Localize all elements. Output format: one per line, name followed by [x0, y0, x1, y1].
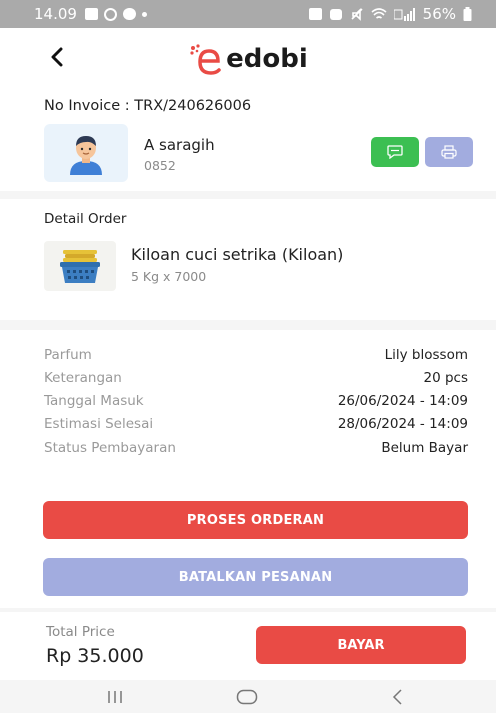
laundry-basket-icon — [60, 250, 100, 283]
total-price-label: Total Price — [46, 624, 115, 640]
detail-value: Belum Bayar — [381, 440, 468, 456]
details-section: Parfum Lily blossom Keterangan 20 pcs Ta… — [0, 330, 496, 608]
edobi-logo: edobi — [188, 43, 308, 75]
detail-value: 20 pcs — [423, 370, 469, 386]
alarm-icon — [329, 8, 342, 20]
order-item-qty: 5 Kg x 7000 — [131, 269, 207, 284]
order-section-title: Detail Order — [44, 211, 127, 227]
detail-row-keterangan: Keterangan 20 pcs — [44, 370, 468, 386]
home-icon — [236, 689, 258, 705]
order-section: Detail Order Kiloan cuci setrika (Kiloan… — [0, 199, 496, 320]
detail-label: Status Pembayaran — [44, 440, 176, 456]
detail-row-estimasi-selesai: Estimasi Selesai 28/06/2024 - 14:09 — [44, 416, 468, 432]
avatar-icon — [70, 136, 102, 175]
customer-name: A saragih — [144, 136, 215, 154]
status-system-icons: 56% — [308, 5, 472, 23]
back-arrow-icon — [51, 47, 63, 67]
battery-percent: 56% — [422, 5, 456, 23]
chat-icon — [387, 145, 403, 159]
nfc-icon — [308, 8, 322, 20]
gallery-notification-icon — [84, 8, 98, 20]
detail-value: 26/06/2024 - 14:09 — [337, 393, 468, 409]
recent-apps-icon — [108, 691, 122, 703]
chat-button[interactable] — [371, 137, 419, 167]
pay-button[interactable]: BAYAR — [256, 626, 466, 664]
order-item-image — [44, 241, 116, 291]
status-notification-icons — [84, 7, 147, 21]
cancel-order-button[interactable]: BATALKAN PESANAN — [43, 558, 468, 596]
back-nav-icon — [392, 689, 402, 705]
detail-value: 28/06/2024 - 14:09 — [337, 416, 468, 432]
detail-label: Parfum — [44, 347, 92, 363]
detail-row-status-pembayaran: Status Pembayaran Belum Bayar — [44, 440, 468, 456]
more-notifications-icon — [141, 11, 147, 17]
wifi-icon — [371, 7, 387, 19]
recent-apps-button[interactable] — [100, 686, 130, 708]
detail-value: Lily blossom — [384, 347, 468, 363]
process-order-button[interactable]: PROSES ORDERAN — [43, 501, 468, 539]
status-time: 14.09 — [34, 5, 77, 23]
print-button[interactable] — [425, 137, 473, 167]
customer-phone: 0852 — [144, 158, 176, 173]
detail-label: Estimasi Selesai — [44, 416, 154, 432]
detail-label: Keterangan — [44, 370, 122, 386]
printer-icon — [441, 145, 457, 159]
customer-avatar — [44, 124, 128, 182]
back-nav-button[interactable] — [382, 686, 412, 708]
order-item-name: Kiloan cuci setrika (Kiloan) — [131, 245, 344, 264]
invoice-number: No Invoice : TRX/240626006 — [44, 98, 252, 114]
battery-icon — [463, 7, 472, 21]
status-bar: 14.09 56% — [0, 0, 496, 28]
detail-row-tanggal-masuk: Tanggal Masuk 26/06/2024 - 14:09 — [44, 393, 468, 409]
total-price-value: Rp 35.000 — [46, 645, 144, 667]
mute-icon — [351, 7, 363, 21]
total-section: Total Price Rp 35.000 BAYAR — [0, 612, 496, 680]
message-notification-icon — [122, 8, 136, 20]
back-button[interactable] — [42, 42, 72, 72]
logo-text: edobi — [226, 44, 308, 74]
edobi-logo-mark — [190, 44, 221, 75]
signal-icon — [393, 7, 415, 21]
whatsapp-notification-icon — [103, 7, 117, 21]
app-header: edobi — [0, 28, 496, 90]
customer-section: No Invoice : TRX/240626006 A saragih 085… — [0, 90, 496, 191]
home-button[interactable] — [230, 686, 264, 708]
system-navigation-bar — [0, 680, 496, 713]
detail-row-parfum: Parfum Lily blossom — [44, 347, 468, 363]
detail-label: Tanggal Masuk — [44, 393, 144, 409]
